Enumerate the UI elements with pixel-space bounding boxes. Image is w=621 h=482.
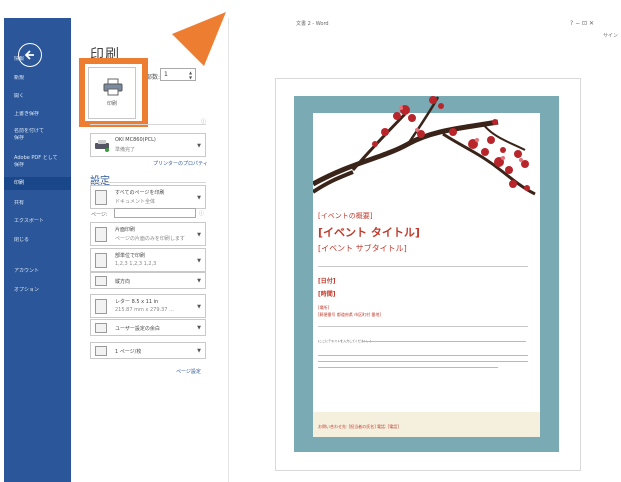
setting-label: すべてのページを印刷	[115, 190, 165, 196]
setting-sublabel: ページの片面のみを印刷します	[115, 236, 185, 242]
setting-icon	[95, 346, 107, 356]
nav-item[interactable]: 名前を付けて	[14, 128, 66, 134]
setting-label: レター 8.5 x 11 in	[115, 299, 159, 305]
setting-icon	[95, 253, 107, 268]
annotation-arrow-icon	[172, 12, 226, 66]
document-title: 文書 2 - Word	[296, 21, 329, 27]
print-setting-select[interactable]: ユーザー設定の余白 ▼	[90, 319, 206, 336]
chevron-down-icon: ▼	[197, 232, 201, 238]
setting-icon	[95, 227, 107, 242]
setting-label: 縦方向	[115, 279, 131, 285]
chevron-down-icon: ▼	[197, 143, 201, 149]
setting-icon	[95, 190, 107, 205]
signin-link[interactable]: サイン	[603, 32, 618, 39]
flyer-body-line	[318, 361, 528, 362]
copies-label: 部数:	[146, 74, 161, 81]
chevron-down-icon: ▼	[197, 258, 201, 264]
flyer-event-subtitle: [イベント サブタイトル]	[318, 244, 407, 253]
setting-sublabel: ドキュメント全体	[115, 199, 156, 205]
flyer-rule	[318, 326, 528, 327]
flyer-body-line	[318, 367, 498, 368]
print-setting-select[interactable]: 1 ページ/枚 ▼	[90, 342, 206, 359]
nav-item[interactable]: Adobe PDF として	[14, 155, 66, 161]
flyer-date: [日付]	[318, 278, 336, 285]
setting-label: 部単位で印刷	[115, 253, 146, 259]
printer-select[interactable]: OKI MC860(PCL) 準備完了 ▼	[90, 133, 206, 157]
nav-item[interactable]: 保存	[14, 135, 66, 141]
word-print-backstage: 情報 新規 開く 上書き保存 名前を付けて 保存 Adobe PDF として 保存 印刷 共有 エク…	[0, 0, 621, 482]
pages-label: ページ:	[91, 212, 108, 218]
nav-item[interactable]: 保存	[14, 162, 66, 168]
printer-properties-link[interactable]: プリンターのプロパティ	[153, 160, 208, 167]
print-setting-select[interactable]: レター 8.5 x 11 in 215.87 mm x 279.37 ... ▼	[90, 294, 206, 318]
flyer-rule	[318, 266, 528, 267]
nav-item[interactable]: 新規	[14, 75, 66, 81]
pages-input[interactable]	[114, 208, 196, 218]
chevron-down-icon: ▼	[197, 304, 201, 310]
setting-icon	[95, 276, 107, 286]
setting-icon	[95, 299, 107, 314]
flyer-body-line	[362, 341, 526, 342]
chevron-down-icon: ▼	[197, 195, 201, 201]
chevron-down-icon: ▼	[197, 325, 201, 331]
print-setting-select[interactable]: 縦方向 ▼	[90, 272, 206, 289]
flyer-event-summary: [イベントの概要]	[318, 212, 373, 220]
printer-name: OKI MC860(PCL)	[115, 137, 156, 143]
flyer-address: [郵便番号 都道府県 市区町村 番地]	[318, 312, 381, 317]
backstage-nav	[4, 18, 71, 482]
print-setting-select[interactable]: 部単位で印刷 1,2,3 1,2,3 1,2,3 ▼	[90, 248, 206, 272]
setting-icon	[95, 323, 107, 333]
flyer-time: [時間]	[318, 291, 336, 298]
nav-item[interactable]: 情報	[14, 56, 66, 62]
nav-item[interactable]: 上書き保存	[14, 111, 66, 117]
flyer-footer-contact: お問い合わせ先: [担当者の氏名] 電話: [電話]	[318, 424, 399, 429]
flyer-event-title: [イベント タイトル]	[318, 226, 420, 239]
page-setup-link[interactable]: ページ設定	[176, 368, 201, 375]
nav-item[interactable]: アカウント	[14, 268, 66, 274]
print-setting-select[interactable]: すべてのページを印刷 ドキュメント全体 ▼	[90, 185, 206, 209]
copies-value: 1	[164, 71, 168, 78]
info-icon: ⓘ	[201, 119, 207, 125]
chevron-down-icon: ▼	[197, 278, 201, 284]
nav-item[interactable]: オプション	[14, 287, 66, 293]
setting-sublabel: 215.87 mm x 279.37 ...	[115, 307, 174, 313]
nav-item[interactable]: エクスポート	[14, 218, 66, 224]
setting-label: ユーザー設定の余白	[115, 326, 160, 332]
printer-device-icon	[95, 140, 109, 152]
highlight-annotation-box	[79, 58, 148, 127]
flyer-location-label: [場所]	[318, 305, 330, 310]
setting-label: 1 ページ/枚	[115, 349, 142, 355]
nav-item[interactable]: 印刷	[4, 177, 71, 190]
window-controls[interactable]: ? − ⊡ ✕	[570, 20, 594, 27]
divider	[90, 124, 206, 125]
print-setting-select[interactable]: 片面印刷ページの片面のみを印刷します ▼	[90, 222, 206, 246]
chevron-down-icon: ▼	[197, 348, 201, 354]
info-icon: ⓘ	[199, 211, 205, 217]
nav-item[interactable]: 共有	[14, 200, 66, 206]
setting-sublabel: 1,2,3 1,2,3 1,2,3	[115, 261, 157, 267]
blossom-branch-image	[313, 96, 536, 196]
printer-status: 準備完了	[115, 147, 136, 153]
divider	[90, 182, 206, 183]
flyer-body-line	[318, 355, 528, 356]
nav-item[interactable]: 閉じる	[14, 237, 66, 243]
nav-item[interactable]: 開く	[14, 93, 66, 99]
back-arrow-icon[interactable]	[18, 43, 42, 67]
setting-label: 片面印刷	[115, 227, 136, 233]
